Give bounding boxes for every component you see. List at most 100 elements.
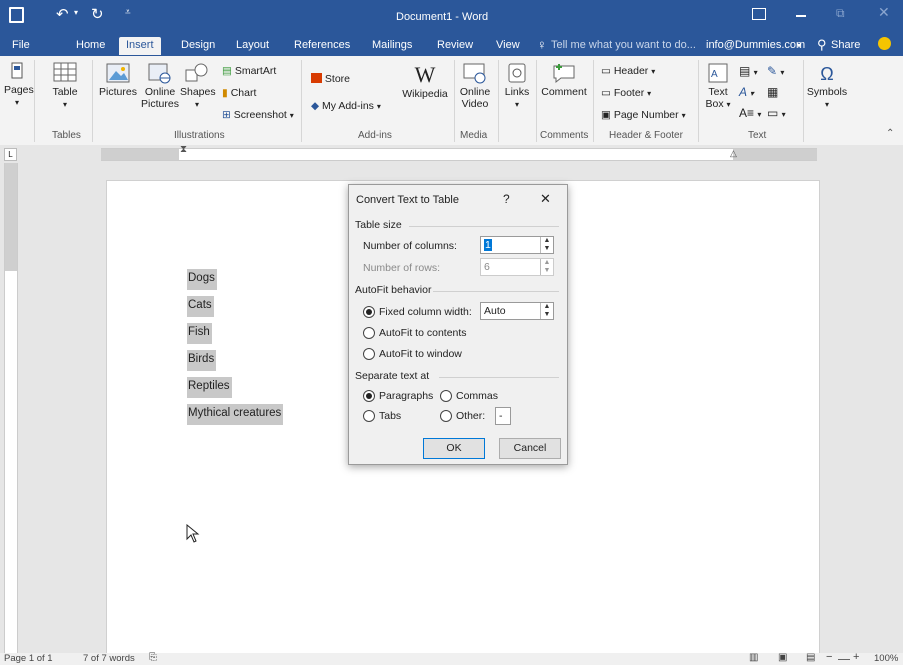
tab-references[interactable]: References bbox=[294, 39, 350, 51]
pages-icon bbox=[11, 62, 23, 79]
close-dialog-button[interactable]: ✕ bbox=[540, 191, 551, 207]
screenshot-button[interactable]: ⊞ Screenshot ▾ bbox=[222, 109, 294, 121]
help-button[interactable]: ? bbox=[503, 192, 510, 206]
tabs-radio[interactable] bbox=[363, 410, 375, 422]
web-layout-icon[interactable]: ▤ bbox=[806, 652, 815, 663]
restore-icon[interactable]: ⧉ bbox=[836, 6, 845, 21]
customize-quick-access-icon[interactable]: ⩡ bbox=[125, 7, 131, 18]
tell-me-box[interactable]: Tell me what you want to do... bbox=[551, 39, 696, 51]
my-addins-button[interactable]: ◆ My Add-ins ▾ bbox=[311, 100, 381, 112]
horizontal-ruler[interactable]: L ⧗ △ bbox=[0, 144, 903, 163]
autofit-window-radio[interactable] bbox=[363, 348, 375, 360]
other-label: Other: bbox=[456, 410, 486, 422]
close-window-icon[interactable]: ✕ bbox=[878, 4, 890, 21]
document-line-dogs[interactable]: Dogs bbox=[187, 269, 217, 290]
redo-icon[interactable]: ↻ bbox=[91, 5, 104, 23]
pictures-button[interactable]: Pictures bbox=[96, 62, 140, 98]
drop-cap-icon[interactable]: A≡ ▾ bbox=[739, 106, 761, 120]
pages-button[interactable]: Pages ▾ bbox=[4, 62, 34, 109]
tab-view[interactable]: View bbox=[496, 39, 520, 51]
num-columns-spinner[interactable]: 1 ▲ ▼ bbox=[480, 236, 554, 254]
tab-selector-icon[interactable]: L bbox=[4, 148, 17, 161]
quick-parts-icon[interactable]: ▤ ▾ bbox=[739, 64, 758, 78]
share-button[interactable]: Share bbox=[831, 39, 860, 51]
spinner-arrows-icon[interactable]: ▲ ▼ bbox=[540, 237, 553, 253]
zoom-slider[interactable] bbox=[838, 659, 850, 660]
wikipedia-button[interactable]: W Wikipedia bbox=[400, 62, 450, 100]
document-line-fish[interactable]: Fish bbox=[187, 323, 212, 344]
undo-dropdown-icon[interactable]: ▾ bbox=[74, 8, 78, 17]
other-separator-input[interactable]: - bbox=[495, 407, 511, 425]
separate-text-heading: Separate text at bbox=[355, 370, 430, 382]
read-mode-icon[interactable]: ▥ bbox=[749, 652, 758, 663]
shapes-button[interactable]: Shapes ▾ bbox=[180, 62, 216, 111]
chart-button[interactable]: ▮ Chart bbox=[222, 87, 256, 99]
cancel-button[interactable]: Cancel bbox=[499, 438, 561, 459]
word-count[interactable]: 7 of 7 words bbox=[83, 653, 135, 664]
indent-marker-icon[interactable]: ⧗ bbox=[180, 144, 187, 155]
tab-insert[interactable]: Insert bbox=[119, 37, 161, 55]
vertical-ruler-margin bbox=[5, 163, 17, 271]
shapes-icon bbox=[185, 63, 208, 82]
footer-button[interactable]: ▭ Footer ▾ bbox=[601, 87, 651, 99]
commas-radio[interactable] bbox=[440, 390, 452, 402]
online-video-button[interactable]: Online Video bbox=[455, 62, 495, 110]
save-icon[interactable] bbox=[9, 7, 24, 23]
divider bbox=[433, 291, 559, 292]
ok-button[interactable]: OK bbox=[423, 438, 485, 459]
separator bbox=[301, 60, 302, 142]
tab-design[interactable]: Design bbox=[181, 39, 215, 51]
autofit-contents-label: AutoFit to contents bbox=[379, 327, 467, 339]
document-line-reptiles[interactable]: Reptiles bbox=[187, 377, 232, 398]
wordart-icon[interactable]: A ▾ bbox=[739, 85, 754, 99]
fixed-width-spinner[interactable]: Auto ▲ ▼ bbox=[480, 302, 554, 320]
vertical-ruler[interactable] bbox=[4, 163, 18, 653]
zoom-in-icon[interactable]: + bbox=[853, 651, 859, 663]
header-button[interactable]: ▭ Header ▾ bbox=[601, 65, 655, 77]
paragraphs-radio[interactable] bbox=[363, 390, 375, 402]
tab-layout[interactable]: Layout bbox=[236, 39, 269, 51]
print-layout-icon[interactable]: ▣ bbox=[778, 652, 787, 663]
proofing-icon[interactable]: ⎘ bbox=[149, 652, 157, 663]
zoom-level[interactable]: 100% bbox=[874, 653, 898, 664]
tab-home[interactable]: Home bbox=[76, 39, 105, 51]
store-button[interactable]: Store bbox=[311, 73, 350, 85]
group-label-media: Media bbox=[460, 130, 488, 141]
account-dropdown-icon[interactable]: ▾ bbox=[797, 41, 801, 50]
links-button[interactable]: Links ▾ bbox=[500, 62, 534, 111]
group-label-comments: Comments bbox=[540, 130, 589, 141]
dialog-title: Convert Text to Table bbox=[356, 194, 459, 206]
text-box-button[interactable]: A Text Box ▾ bbox=[703, 62, 733, 111]
page-count[interactable]: Page 1 of 1 bbox=[4, 653, 53, 664]
right-indent-marker-icon[interactable]: △ bbox=[730, 148, 737, 159]
document-line-mythical-creatures[interactable]: Mythical creatures bbox=[187, 404, 284, 425]
online-pictures-button[interactable]: Online Pictures bbox=[140, 62, 180, 110]
tab-mailings[interactable]: Mailings bbox=[372, 39, 412, 51]
other-radio[interactable] bbox=[440, 410, 452, 422]
autofit-contents-radio[interactable] bbox=[363, 327, 375, 339]
tab-file[interactable]: File bbox=[12, 39, 30, 51]
document-line-cats[interactable]: Cats bbox=[187, 296, 214, 317]
collapse-ribbon-icon[interactable]: ⌃ bbox=[886, 128, 894, 139]
feedback-smiley-icon[interactable] bbox=[878, 37, 891, 50]
ribbon-display-options-icon[interactable] bbox=[752, 8, 766, 20]
undo-icon[interactable]: ↶ bbox=[56, 5, 69, 23]
signature-line-icon[interactable]: ✎ ▾ bbox=[767, 64, 784, 78]
symbols-button[interactable]: Ω Symbols ▾ bbox=[806, 62, 848, 111]
smartart-button[interactable]: ▤ SmartArt bbox=[222, 65, 276, 77]
zoom-out-icon[interactable]: − bbox=[826, 651, 832, 663]
minimize-icon[interactable] bbox=[796, 15, 806, 17]
date-time-icon[interactable]: ▦ bbox=[767, 85, 778, 99]
fixed-width-radio[interactable] bbox=[363, 306, 375, 318]
lightbulb-icon: ♀ bbox=[537, 37, 547, 52]
document-line-birds[interactable]: Birds bbox=[187, 350, 217, 371]
group-label-text: Text bbox=[748, 130, 767, 141]
object-icon[interactable]: ▭ ▾ bbox=[767, 106, 786, 120]
table-button[interactable]: Table ▾ bbox=[48, 62, 82, 111]
comment-button[interactable]: Comment bbox=[538, 62, 590, 98]
spinner-arrows-icon[interactable]: ▲ ▼ bbox=[540, 303, 553, 319]
account-name[interactable]: info@Dummies.com bbox=[706, 39, 805, 51]
page-number-button[interactable]: ▣ Page Number ▾ bbox=[601, 109, 686, 121]
tab-review[interactable]: Review bbox=[437, 39, 473, 51]
header-icon: ▭ bbox=[601, 65, 611, 77]
